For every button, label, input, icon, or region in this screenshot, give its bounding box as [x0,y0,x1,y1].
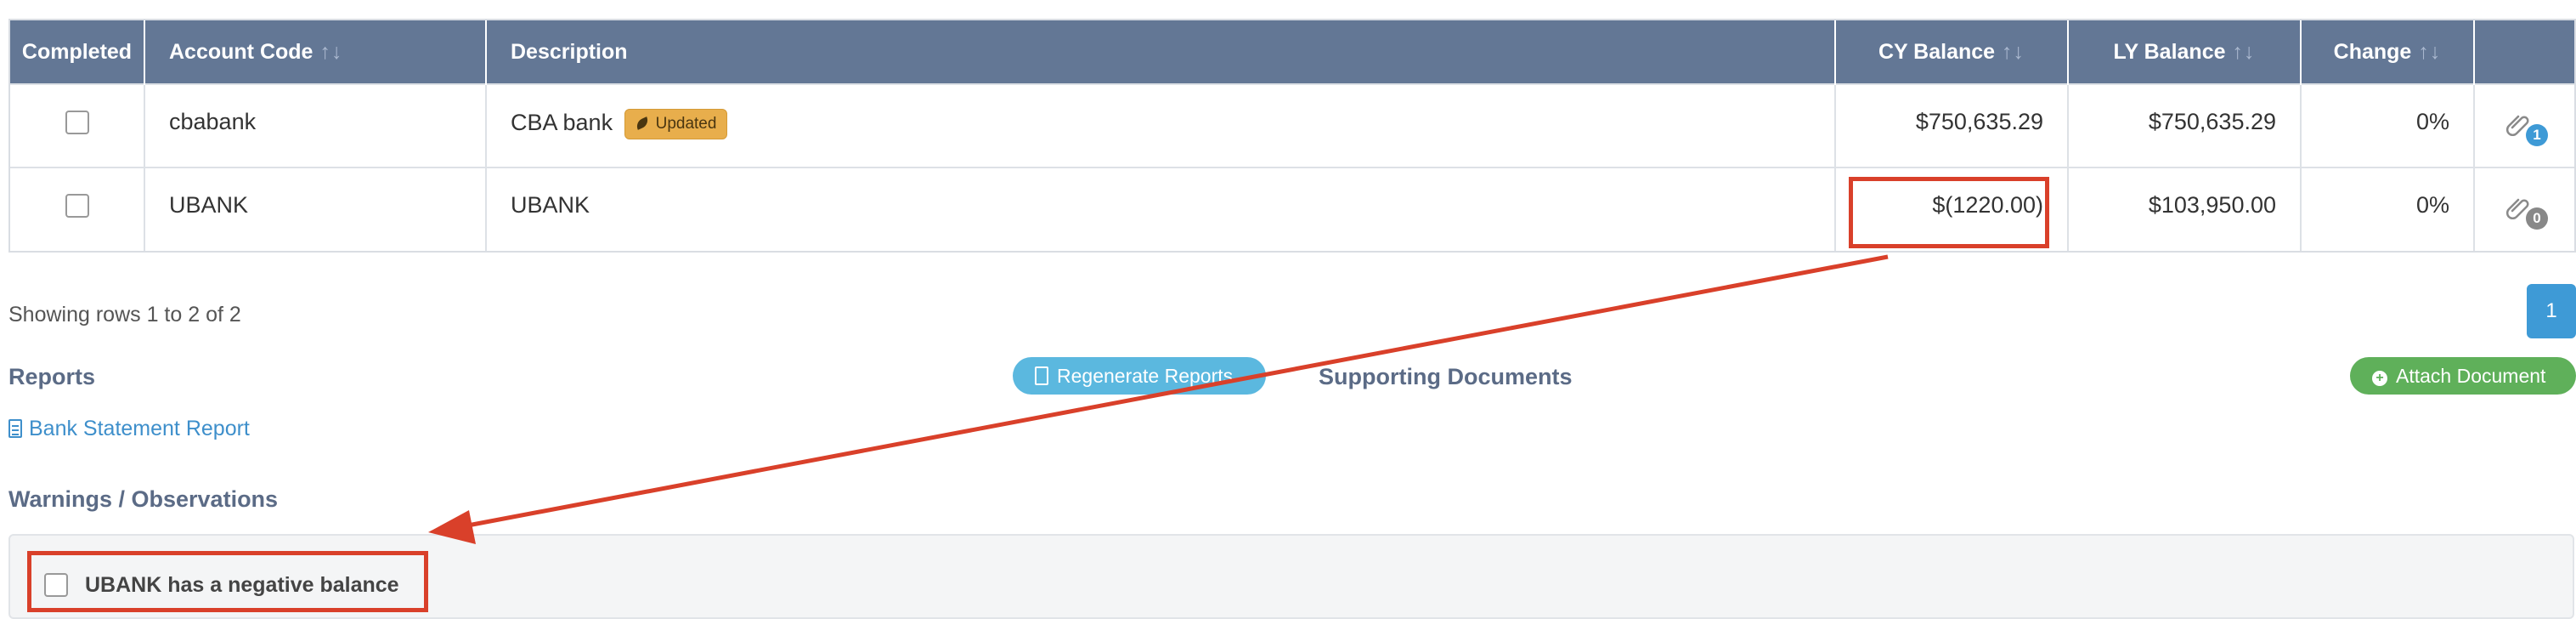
description-cell: CBA bank Updated [486,83,1836,168]
attachment-count-badge: 0 [2526,207,2548,230]
warnings-title: Warnings / Observations [8,486,279,512]
change-cell: 0% [2301,167,2475,251]
table-row: UBANK UBANK $(1220.00) $103,950.00 0% 0 [10,167,2574,251]
description-cell: UBANK [486,167,1836,251]
sort-icon[interactable]: ↑↓ [319,40,342,64]
ly-balance-cell: $103,950.00 [2068,167,2302,251]
sort-icon[interactable]: ↑↓ [2233,40,2256,64]
column-header-completed: Completed [10,20,145,84]
column-header-change[interactable]: Change ↑↓ [2301,20,2475,84]
completed-checkbox[interactable] [65,194,89,218]
completed-checkbox[interactable] [65,111,89,134]
account-code-cell: UBANK [144,167,487,251]
table-header-row: Completed Account Code ↑↓ Description CY … [10,20,2574,84]
attach-document-button[interactable]: + Attach Document [2350,357,2576,395]
account-code-cell: cbabank [144,83,487,168]
regenerate-reports-button[interactable]: Regenerate Reports [1013,357,1266,395]
accounts-table-container: Completed Account Code ↑↓ Description CY … [8,19,2576,253]
sort-icon[interactable]: ↑↓ [2418,40,2441,64]
cy-balance-cell: $750,635.29 [1835,83,2069,168]
updated-badge: Updated [624,109,728,139]
attachments-cell[interactable]: 1 [2474,83,2574,168]
completed-cell [10,167,145,251]
table-row: cbabank CBA bank Updated $750,635.29 $75… [10,83,2574,168]
completed-cell [10,83,145,168]
change-cell: 0% [2301,83,2475,168]
pagination-info: Showing rows 1 to 2 of 2 [8,303,241,327]
document-icon [8,419,22,438]
leaf-icon [634,116,650,130]
supporting-documents-title: Supporting Documents [1319,364,1573,389]
description-text: CBA bank [511,110,613,135]
attachment-count-badge: 1 [2526,124,2548,146]
column-header-attachments [2474,20,2574,84]
column-header-cy-balance[interactable]: CY Balance ↑↓ [1835,20,2069,84]
column-header-ly-balance[interactable]: LY Balance ↑↓ [2068,20,2302,84]
ly-balance-cell: $750,635.29 [2068,83,2302,168]
sort-icon[interactable]: ↑↓ [2002,40,2025,64]
attachments-cell[interactable]: 0 [2474,167,2574,251]
column-header-account-code[interactable]: Account Code ↑↓ [144,20,487,84]
bank-statement-report-link[interactable]: Bank Statement Report [8,417,250,441]
annotation-highlight-warning [27,551,428,612]
page-button-1[interactable]: 1 [2527,284,2576,338]
accounts-table: Completed Account Code ↑↓ Description CY … [10,20,2574,251]
plus-circle-icon: + [2372,371,2387,386]
pdf-file-icon [1035,366,1048,385]
column-header-description: Description [486,20,1836,84]
reports-title: Reports [8,364,96,389]
annotation-highlight-cy-balance [1849,177,2049,248]
